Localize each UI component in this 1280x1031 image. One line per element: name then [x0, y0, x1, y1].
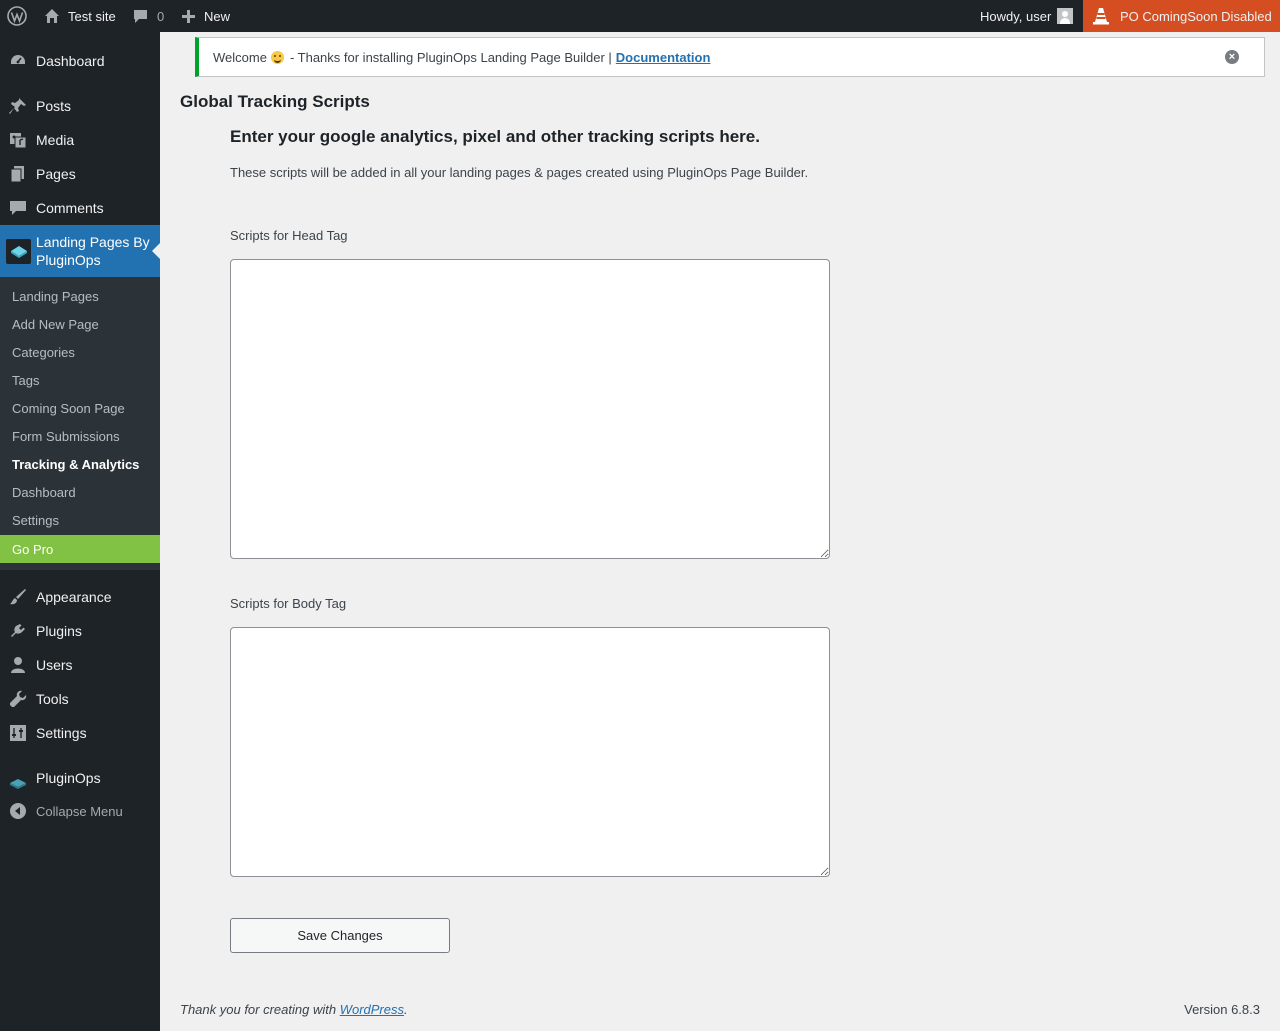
welcome-notice: Welcome - Thanks for installing PluginOp…	[195, 37, 1265, 77]
comments-count: 0	[157, 8, 165, 24]
active-menu-arrow	[152, 243, 160, 259]
admin-sidebar: Dashboard Posts Media Pages Comments Lan…	[0, 32, 160, 1031]
site-name-label: Test site	[68, 8, 116, 24]
admin-bar: Test site 0 New Howdy, user PO ComingSoo…	[0, 0, 1280, 32]
submenu-item-coming-soon-page[interactable]: Coming Soon Page	[12, 401, 125, 416]
sidebar-item-settings[interactable]: Settings	[0, 718, 160, 748]
new-label: New	[204, 8, 231, 24]
avatar	[1057, 8, 1074, 24]
body-scripts-textarea[interactable]	[230, 627, 830, 877]
sidebar-item-users[interactable]: Users	[0, 650, 160, 680]
site-name-link[interactable]: Test site	[44, 0, 116, 32]
sidebar-label-tools: Tools	[36, 691, 69, 707]
section-description: These scripts will be added in all your …	[230, 165, 809, 180]
submenu-item-settings[interactable]: Settings	[12, 513, 59, 528]
pluginops-logo-icon	[6, 238, 31, 264]
collapse-arrow-icon	[9, 802, 27, 820]
new-content-link[interactable]: New	[182, 0, 230, 32]
comment-bubble-icon	[133, 9, 148, 24]
submenu-item-dashboard[interactable]: Dashboard	[12, 485, 76, 500]
sidebar-label-pages: Pages	[36, 166, 76, 182]
footer-thanks-text: Thank you for creating with	[180, 1002, 337, 1017]
head-scripts-label: Scripts for Head Tag	[230, 228, 348, 243]
comments-link[interactable]: 0	[133, 0, 164, 32]
dismiss-notice-icon[interactable]: ×	[1225, 50, 1239, 64]
smiley-emoji-icon	[270, 50, 284, 64]
sidebar-item-comments[interactable]: Comments	[0, 193, 160, 223]
page-title: Global Tracking Scripts	[180, 92, 370, 111]
sidebar-label-plugins: Plugins	[36, 623, 82, 639]
wrench-icon	[9, 690, 27, 708]
submenu-item-tracking-analytics[interactable]: Tracking & Analytics	[12, 457, 139, 472]
comingsoon-label: PO ComingSoon Disabled	[1120, 8, 1272, 24]
sidebar-label-users: Users	[36, 657, 73, 673]
settings-sliders-icon	[9, 724, 27, 742]
submenu-item-categories[interactable]: Categories	[12, 345, 75, 360]
go-pro-button[interactable]: Go Pro	[0, 535, 160, 563]
sidebar-label-landing-pages: Landing Pages By PluginOps	[36, 233, 150, 269]
sidebar-label-posts: Posts	[36, 98, 72, 114]
comments-icon	[9, 199, 27, 217]
media-icon	[9, 131, 27, 149]
footer-version: Version 6.8.3	[1184, 1002, 1260, 1017]
pluginops-icon	[9, 775, 27, 793]
pages-icon	[9, 165, 27, 183]
documentation-link[interactable]: Documentation	[616, 50, 711, 65]
sidebar-label-media: Media	[36, 132, 75, 148]
save-changes-button[interactable]: Save Changes	[230, 918, 450, 953]
user-icon	[9, 656, 27, 674]
submenu-item-add-new-page[interactable]: Add New Page	[12, 317, 99, 332]
sidebar-item-appearance[interactable]: Appearance	[0, 582, 160, 612]
notice-text: - Thanks for installing PluginOps Landin…	[289, 49, 612, 65]
wordpress-logo-icon[interactable]	[7, 0, 27, 32]
dashboard-gauge-icon	[9, 52, 27, 70]
sidebar-item-dashboard[interactable]: Dashboard	[0, 46, 160, 76]
my-account-link[interactable]: Howdy, user	[980, 0, 1074, 32]
sidebar-item-posts[interactable]: Posts	[0, 91, 160, 121]
sidebar-item-landing-pages[interactable]: Landing Pages By PluginOps	[0, 225, 160, 277]
sidebar-item-tools[interactable]: Tools	[0, 684, 160, 714]
sidebar-label-appearance: Appearance	[36, 589, 112, 605]
notice-welcome-text: Welcome	[213, 49, 267, 65]
collapse-menu-label: Collapse Menu	[36, 803, 123, 819]
paintbrush-icon	[9, 588, 27, 606]
sidebar-item-plugins[interactable]: Plugins	[0, 616, 160, 646]
comingsoon-status-button[interactable]: PO ComingSoon Disabled	[1083, 0, 1280, 32]
footer-thanks: Thank you for creating with WordPress.	[180, 1002, 408, 1017]
wordpress-link[interactable]: WordPress	[340, 1002, 404, 1017]
home-icon	[44, 8, 60, 24]
submenu-item-landing-pages[interactable]: Landing Pages	[12, 289, 99, 304]
landing-pages-submenu: Landing Pages Add New Page Categories Ta…	[0, 277, 160, 570]
landing-pages-label-line1: Landing Pages By	[36, 234, 150, 250]
sidebar-label-settings: Settings	[36, 725, 87, 741]
sidebar-label-comments: Comments	[36, 200, 104, 216]
submenu-item-form-submissions[interactable]: Form Submissions	[12, 429, 120, 444]
head-scripts-textarea[interactable]	[230, 259, 830, 559]
sidebar-item-pluginops[interactable]: PluginOps	[0, 763, 160, 793]
body-scripts-label: Scripts for Body Tag	[230, 596, 347, 611]
plug-icon	[9, 622, 27, 640]
submenu-item-tags[interactable]: Tags	[12, 373, 39, 388]
sidebar-label-pluginops: PluginOps	[36, 770, 101, 786]
pushpin-icon	[9, 97, 27, 115]
landing-pages-label-line2: PluginOps	[36, 252, 101, 268]
section-heading: Enter your google analytics, pixel and o…	[230, 127, 760, 146]
plus-icon	[182, 9, 195, 23]
sidebar-label-dashboard: Dashboard	[36, 53, 105, 69]
footer-period: .	[404, 1002, 408, 1017]
sidebar-item-media[interactable]: Media	[0, 125, 160, 155]
collapse-menu-button[interactable]: Collapse Menu	[0, 796, 160, 826]
howdy-label: Howdy, user	[980, 8, 1052, 24]
sidebar-item-pages[interactable]: Pages	[0, 159, 160, 189]
traffic-cone-icon	[1091, 6, 1111, 26]
